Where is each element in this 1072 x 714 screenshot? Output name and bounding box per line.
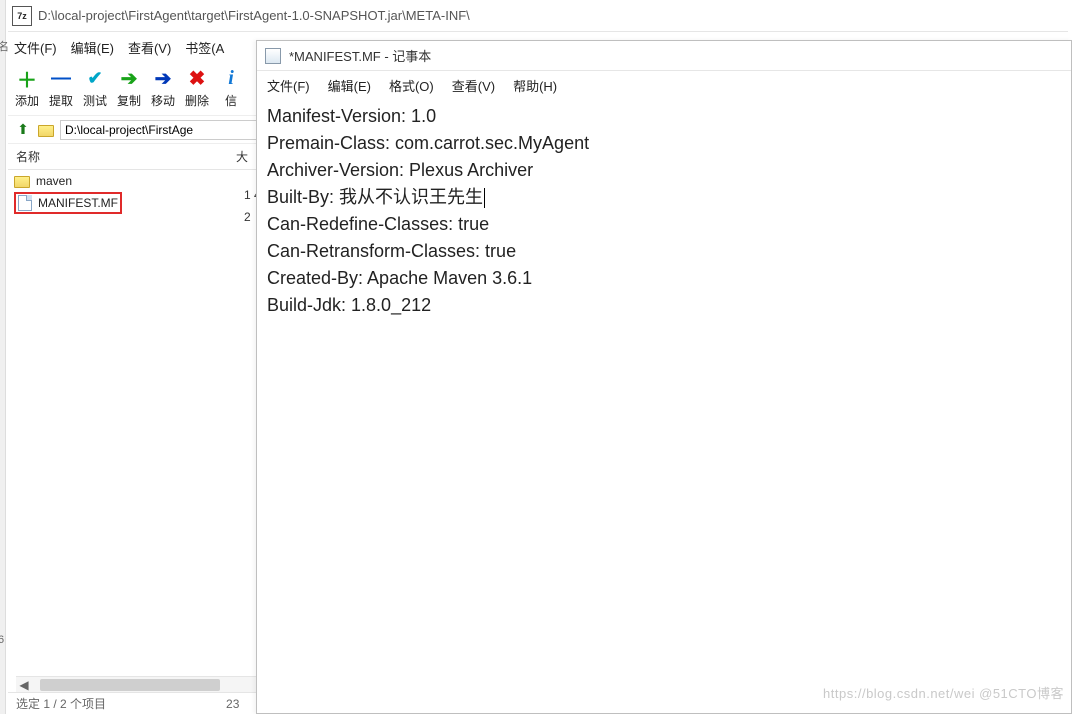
info-icon: i [219, 66, 243, 90]
up-folder-icon[interactable]: ⬆ [14, 121, 32, 139]
menu-edit[interactable]: 编辑(E) [71, 38, 114, 57]
minus-icon: — [49, 66, 73, 90]
text-line: Manifest-Version: 1.0 [267, 103, 1061, 130]
delete-icon: ✖ [185, 66, 209, 90]
row2-col2: 2 [244, 210, 251, 224]
file-icon [18, 195, 32, 211]
menu-view[interactable]: 查看(V) [128, 38, 171, 57]
scroll-left-icon[interactable]: ◀ [16, 677, 32, 693]
sevenzip-logo-icon: 7z [12, 6, 32, 26]
extract-button[interactable]: —提取 [46, 66, 76, 109]
np-menu-help[interactable]: 帮助(H) [513, 76, 557, 95]
copy-button[interactable]: ➔复制 [114, 66, 144, 109]
copy-arrow-icon: ➔ [117, 66, 141, 90]
watermark-text: https://blog.csdn.net/wei @51CTO博客 [823, 683, 1064, 702]
np-menu-edit[interactable]: 编辑(E) [328, 76, 371, 95]
text-cursor [484, 188, 485, 208]
check-icon: ✔ [83, 66, 107, 90]
notepad-menubar: 文件(F) 编辑(E) 格式(O) 查看(V) 帮助(H) [257, 71, 1071, 99]
move-button[interactable]: ➔移动 [148, 66, 178, 109]
plus-icon: ＋ [15, 66, 39, 90]
text-line: Can-Redefine-Classes: true [267, 211, 1061, 238]
np-menu-format[interactable]: 格式(O) [389, 76, 434, 95]
col-name[interactable]: 名称 [16, 148, 236, 165]
move-arrow-icon: ➔ [151, 66, 175, 90]
np-menu-view[interactable]: 查看(V) [452, 76, 495, 95]
sevenzip-titlebar[interactable]: 7z D:\local-project\FirstAgent\target\Fi… [8, 0, 1068, 32]
delete-button[interactable]: ✖删除 [182, 66, 212, 109]
item-name: MANIFEST.MF [38, 196, 118, 210]
status-text-2: 23 [226, 697, 239, 711]
text-line: Created-By: Apache Maven 3.6.1 [267, 265, 1061, 292]
item-name: maven [36, 174, 72, 188]
np-menu-file[interactable]: 文件(F) [267, 76, 310, 95]
test-button[interactable]: ✔测试 [80, 66, 110, 109]
notepad-window: *MANIFEST.MF - 记事本 文件(F) 编辑(E) 格式(O) 查看(… [256, 40, 1072, 714]
notepad-text-area[interactable]: Manifest-Version: 1.0Premain-Class: com.… [257, 99, 1071, 323]
menu-file[interactable]: 文件(F) [14, 38, 57, 57]
text-line: Archiver-Version: Plexus Archiver [267, 157, 1061, 184]
text-line: Built-By: 我从不认识王先生 [267, 184, 1061, 211]
text-line: Build-Jdk: 1.8.0_212 [267, 292, 1061, 319]
folder-icon [14, 176, 30, 188]
notepad-titlebar[interactable]: *MANIFEST.MF - 记事本 [257, 41, 1071, 71]
left-edge-stub: 名 6 [0, 0, 6, 714]
notepad-icon [265, 48, 281, 64]
text-line: Premain-Class: com.carrot.sec.MyAgent [267, 130, 1061, 157]
col-size[interactable]: 大 [236, 148, 248, 165]
text-line: Can-Retransform-Classes: true [267, 238, 1061, 265]
selection-highlight: MANIFEST.MF [14, 192, 122, 214]
info-button[interactable]: i信 [216, 66, 246, 109]
sevenzip-title: D:\local-project\FirstAgent\target\First… [38, 0, 470, 32]
menu-bookmark[interactable]: 书签(A [185, 38, 224, 57]
add-button[interactable]: ＋添加 [12, 66, 42, 109]
status-text: 选定 1 / 2 个项目 [16, 695, 106, 712]
scroll-thumb[interactable] [40, 679, 220, 691]
notepad-title: *MANIFEST.MF - 记事本 [289, 46, 431, 65]
folder-icon [38, 125, 54, 137]
